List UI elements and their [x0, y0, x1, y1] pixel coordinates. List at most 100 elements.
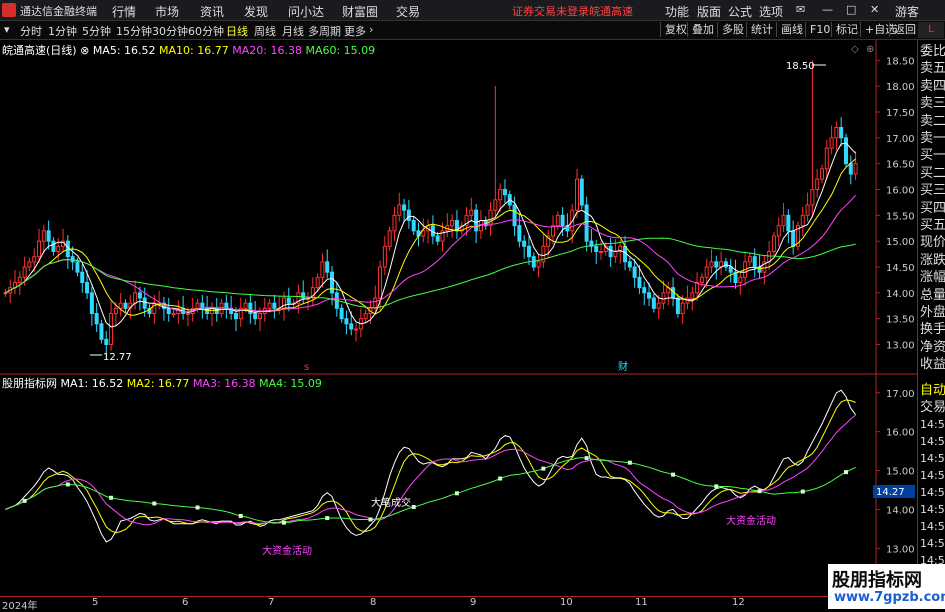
menu-wealth[interactable]: 财富圈	[342, 3, 378, 20]
candle	[426, 219, 431, 244]
menu-news[interactable]: 资讯	[200, 3, 224, 20]
side-item-3: 卖三	[920, 96, 945, 112]
candle	[651, 293, 656, 313]
s-marker: s	[304, 362, 309, 373]
close-icon[interactable]: ✕	[870, 3, 879, 16]
login-status[interactable]: 证券交易未登录	[512, 3, 589, 19]
minimize-icon[interactable]: —	[822, 3, 833, 16]
candle	[89, 286, 94, 326]
side-item-10: 买五	[920, 218, 945, 233]
candle	[762, 255, 767, 285]
x-tick: 5	[92, 597, 99, 608]
period-monthly[interactable]: 月线	[282, 23, 304, 39]
side-item-1: 卖五	[920, 61, 945, 77]
candle	[834, 121, 839, 151]
period-1min[interactable]: 1分钟	[48, 23, 77, 39]
candle	[306, 291, 311, 311]
period-daily[interactable]: 日线	[226, 23, 248, 39]
menu-function[interactable]: 功能	[665, 3, 689, 20]
candle	[3, 288, 8, 297]
x-tick: 10	[560, 597, 573, 608]
period-weekly[interactable]: 周线	[254, 23, 276, 39]
candle	[469, 197, 474, 222]
menu-market[interactable]: 市场	[155, 3, 179, 20]
period-5min[interactable]: 5分钟	[82, 23, 111, 39]
y-tick-main: 18.00	[886, 82, 915, 93]
expand-icon[interactable]: ⊕	[866, 44, 874, 55]
period-15min[interactable]: 15分钟	[116, 23, 152, 39]
sub-marker	[238, 513, 243, 518]
candle	[771, 231, 776, 256]
multi-stock-button[interactable]: 多股	[717, 22, 748, 37]
side-item-7: 买二	[920, 165, 945, 181]
ma5-line	[5, 142, 856, 328]
candle	[589, 228, 594, 253]
sub-marker	[714, 484, 719, 489]
candle	[743, 251, 748, 286]
watermark: 股朋指标网 www.7gpzb.com	[828, 564, 945, 609]
diamond-icon[interactable]: ◇	[851, 44, 859, 55]
f10-button[interactable]: F10	[805, 22, 834, 37]
guest-label[interactable]: 游客	[895, 3, 919, 20]
mark-button[interactable]: 标记	[831, 22, 862, 37]
period-30min[interactable]: 30分钟	[152, 23, 188, 39]
back-button[interactable]: 返回	[889, 22, 920, 37]
side-lower-5: 14:56	[920, 469, 945, 482]
candle	[618, 240, 623, 264]
menu-trade[interactable]: 交易	[396, 3, 420, 20]
level-icon[interactable]: L	[918, 22, 944, 38]
candle	[627, 257, 632, 272]
side-lower-3: 14:56	[920, 435, 945, 448]
menu-quotes[interactable]: 行情	[112, 3, 136, 20]
y-tick-sub: 16.00	[886, 428, 915, 439]
side-item-6: 买一	[920, 148, 945, 164]
stats-button[interactable]: 统计	[746, 22, 777, 37]
period-more[interactable]: 更多	[344, 23, 366, 39]
sub-line-3	[5, 457, 856, 524]
maximize-icon[interactable]: □	[846, 3, 856, 16]
menu-formula[interactable]: 公式	[728, 3, 752, 20]
candle	[800, 207, 805, 236]
candle	[454, 210, 459, 240]
y-tick-main: 17.50	[886, 108, 915, 119]
annotation-big-fund-1: 大资金活动	[262, 544, 312, 557]
candle	[839, 117, 844, 147]
candle	[277, 295, 282, 315]
candle	[51, 237, 56, 256]
menu-discover[interactable]: 发现	[244, 3, 268, 20]
candle	[224, 294, 229, 319]
candle	[459, 221, 464, 235]
overlay-button[interactable]: 叠加	[687, 22, 718, 37]
candle	[594, 240, 599, 264]
candle	[70, 246, 75, 271]
sub-marker	[411, 505, 416, 510]
candle	[781, 202, 786, 232]
candle	[209, 302, 214, 326]
draw-line-button[interactable]: 画线	[776, 22, 807, 37]
candle	[541, 233, 546, 269]
candle	[795, 221, 800, 251]
menu-layout[interactable]: 版面	[697, 3, 721, 20]
menu-options[interactable]: 选项	[759, 3, 783, 20]
sub-marker	[584, 456, 589, 461]
chart-area[interactable]: 18.50 12.77 s 财 大笔成交 大资金活动 大资金活动 18.5018…	[0, 40, 917, 596]
more-chevron-icon[interactable]: ›	[369, 23, 373, 36]
side-lower-1: 交易	[920, 400, 945, 415]
y-tick-main: 15.50	[886, 211, 915, 222]
candle	[685, 285, 690, 310]
candle	[339, 304, 344, 323]
candle	[358, 308, 363, 338]
candle	[157, 290, 162, 310]
mail-icon[interactable]: ✉	[796, 3, 805, 16]
menu-ask[interactable]: 问小达	[288, 3, 324, 20]
side-lower-9: 14:56	[920, 537, 945, 550]
side-lower-7: 14:56	[920, 503, 945, 516]
candle	[320, 253, 325, 288]
dropdown-icon[interactable]: ▾	[4, 23, 10, 36]
candle	[603, 242, 608, 256]
candle	[747, 252, 752, 266]
period-multi[interactable]: 多周期	[308, 23, 341, 39]
period-minute[interactable]: 分时	[20, 23, 42, 39]
period-60min[interactable]: 60分钟	[188, 23, 224, 39]
candle	[382, 236, 387, 276]
